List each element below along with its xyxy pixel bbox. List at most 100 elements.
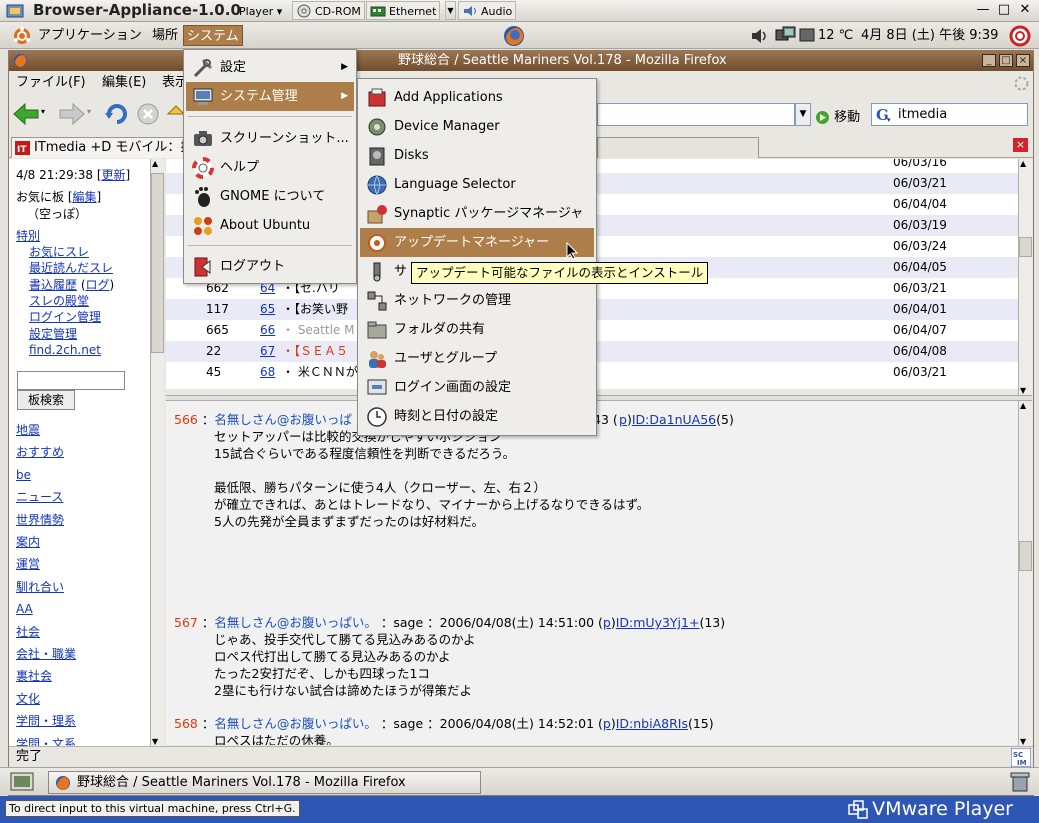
post-id-link[interactable]: ID:mUy3Yj1+ xyxy=(616,615,700,630)
board-link[interactable]: 学問・文系 xyxy=(16,737,76,746)
go-button[interactable]: 移動 xyxy=(815,106,860,125)
special-heading[interactable]: 特別 xyxy=(16,229,40,244)
show-desktop-icon[interactable] xyxy=(10,772,34,792)
admin-menu-item[interactable]: Add Applications xyxy=(360,83,594,112)
post-p-link[interactable]: p xyxy=(603,716,611,731)
reload-button-icon[interactable] xyxy=(104,101,130,127)
admin-menu-item[interactable]: アップデートマネージャー xyxy=(360,228,594,257)
volume-icon[interactable] xyxy=(750,27,770,45)
special-link-find[interactable]: find.2ch.net xyxy=(29,343,101,358)
special-link-log[interactable]: ログ xyxy=(86,278,110,292)
admin-menu-item[interactable]: Language Selector xyxy=(360,170,594,199)
special-link-recent[interactable]: 最近読んだスレ xyxy=(29,261,113,276)
post-number[interactable]: 568 xyxy=(174,716,198,731)
board-link[interactable]: 馴れ合い xyxy=(16,580,64,595)
ff-minimize-button[interactable]: _ xyxy=(982,54,996,67)
audio-device-button[interactable]: Audio xyxy=(458,1,517,20)
stop-button-icon[interactable] xyxy=(137,103,159,125)
board-link[interactable]: 地震 xyxy=(16,423,40,438)
trash-icon[interactable] xyxy=(1010,771,1030,793)
board-link[interactable]: 学問・理系 xyxy=(16,714,76,729)
post-author[interactable]: 名無しさん@お腹いっぱい。 xyxy=(214,716,377,731)
special-link-login[interactable]: ログイン管理 xyxy=(29,310,101,325)
ethernet-dropdown-arrow[interactable]: ▼ xyxy=(445,1,456,20)
admin-menu-item[interactable]: Device Manager xyxy=(360,112,594,141)
system-menu-item[interactable]: スクリーンショット... xyxy=(186,124,354,153)
thread-title[interactable]: ・ Seattle M xyxy=(282,320,354,341)
content-scrollbar[interactable]: ▲ ▼ xyxy=(1018,401,1032,746)
clock[interactable]: 4月 8日 (土) 午後 9:39 xyxy=(861,25,998,46)
vm-maximize-button[interactable]: □ xyxy=(995,2,1013,19)
board-link[interactable]: 運営 xyxy=(16,557,40,572)
thread-title[interactable]: ・【お笑い野 xyxy=(282,299,348,320)
admin-menu-item[interactable]: ネットワークの管理 xyxy=(360,286,594,315)
board-link[interactable]: 会社・職業 xyxy=(16,647,76,662)
player-menu[interactable]: Player ▾ xyxy=(234,1,287,20)
post-author[interactable]: 名無しさん@お腹いっぱ xyxy=(214,412,352,427)
ff-close-button[interactable]: × xyxy=(1016,54,1030,67)
scroll-thumb[interactable] xyxy=(1019,237,1032,257)
system-menu-item[interactable]: GNOME について xyxy=(186,182,354,211)
board-link[interactable]: 裏社会 xyxy=(16,669,52,684)
close-tab-icon[interactable]: × xyxy=(1013,138,1028,152)
board-link[interactable]: ニュース xyxy=(16,490,63,505)
edit-favorites-link[interactable]: 編集 xyxy=(73,190,97,204)
firefox-launcher-icon[interactable] xyxy=(502,24,526,48)
network-monitor-icon[interactable] xyxy=(775,26,797,46)
admin-menu-item[interactable]: Disks xyxy=(360,141,594,170)
vm-minimize-button[interactable]: — xyxy=(974,2,992,19)
system-menu-item[interactable]: 設定 ▶ xyxy=(186,53,354,82)
scroll-up-arrow[interactable]: ▲ xyxy=(152,159,158,168)
board-link[interactable]: be xyxy=(16,468,31,483)
taskbar-firefox-button[interactable]: 野球総合 / Seattle Mariners Vol.178 - Mozill… xyxy=(48,771,481,794)
thread-number[interactable]: 68 xyxy=(260,362,275,383)
search-input[interactable]: itmedia xyxy=(898,104,947,125)
tab-current[interactable] xyxy=(597,137,759,158)
url-history-dropdown[interactable]: ▼ xyxy=(795,103,811,126)
scroll-down-arrow[interactable]: ▼ xyxy=(1020,737,1026,746)
scroll-down-arrow[interactable]: ▼ xyxy=(1020,386,1026,395)
thread-list-scrollbar[interactable]: ▲ ▼ xyxy=(1018,159,1032,395)
back-history-dropdown[interactable]: ▾ xyxy=(41,107,45,116)
logout-button-icon[interactable] xyxy=(1009,25,1031,47)
post-p-link[interactable]: p xyxy=(619,412,627,427)
system-menu[interactable]: システム xyxy=(183,25,243,46)
scim-icon[interactable]: SC IM xyxy=(1011,748,1031,767)
board-link[interactable]: 社会 xyxy=(16,625,40,640)
menu-edit[interactable]: 編集(E) xyxy=(102,71,146,95)
ethernet-device-button[interactable]: Ethernet xyxy=(366,1,441,20)
special-link-fav-threads[interactable]: お気にスレ xyxy=(29,245,89,260)
thread-number[interactable]: 65 xyxy=(260,299,275,320)
thread-number[interactable]: 66 xyxy=(260,320,275,341)
search-bar[interactable]: G ▾ itmedia xyxy=(871,103,1028,126)
tab-itmedia[interactable]: IT ITmedia +D モバイル：技 xyxy=(11,137,184,158)
thread-title[interactable]: ・【ＳＥＡ５ xyxy=(282,341,348,362)
places-menu[interactable]: 場所 xyxy=(149,25,181,46)
admin-menu-item[interactable]: ユーザとグループ xyxy=(360,344,594,373)
board-link[interactable]: 世界情勢 xyxy=(16,513,64,528)
back-button-icon[interactable] xyxy=(13,103,39,125)
post-number[interactable]: 566 xyxy=(174,412,198,427)
url-bar[interactable] xyxy=(597,103,795,126)
google-search-engine-icon[interactable]: G ▾ xyxy=(875,106,895,123)
special-link-hall-of-fame[interactable]: スレの殿堂 xyxy=(29,294,89,309)
scroll-up-arrow[interactable]: ▲ xyxy=(1020,401,1026,410)
system-menu-item[interactable]: About Ubuntu xyxy=(186,211,354,240)
sidebar-scrollbar[interactable]: ▲ ▼ xyxy=(150,159,164,746)
scroll-up-arrow[interactable]: ▲ xyxy=(1020,159,1026,168)
admin-menu-item[interactable]: 時刻と日付の設定 xyxy=(360,402,594,431)
admin-menu-item[interactable]: フォルダの共有 xyxy=(360,315,594,344)
system-menu-item[interactable]: システム管理 ▶ xyxy=(186,82,354,111)
ff-maximize-button[interactable]: □ xyxy=(999,54,1013,67)
cdrom-device-button[interactable]: CD-ROM xyxy=(292,1,365,20)
scroll-thumb[interactable] xyxy=(151,173,164,353)
thread-title[interactable]: ・ 米ＣＮＮが xyxy=(282,362,358,383)
thread-number[interactable]: 67 xyxy=(260,341,275,362)
system-menu-item[interactable]: ヘルプ xyxy=(186,153,354,182)
board-search-button[interactable]: 板検索 xyxy=(17,390,75,410)
board-link[interactable]: AA xyxy=(16,602,33,617)
menu-file[interactable]: ファイル(F) xyxy=(16,71,86,95)
post-id-link[interactable]: ID:nbiA8RIs xyxy=(616,716,688,731)
scroll-down-arrow[interactable]: ▼ xyxy=(152,737,158,746)
special-link-settings[interactable]: 設定管理 xyxy=(29,327,77,342)
